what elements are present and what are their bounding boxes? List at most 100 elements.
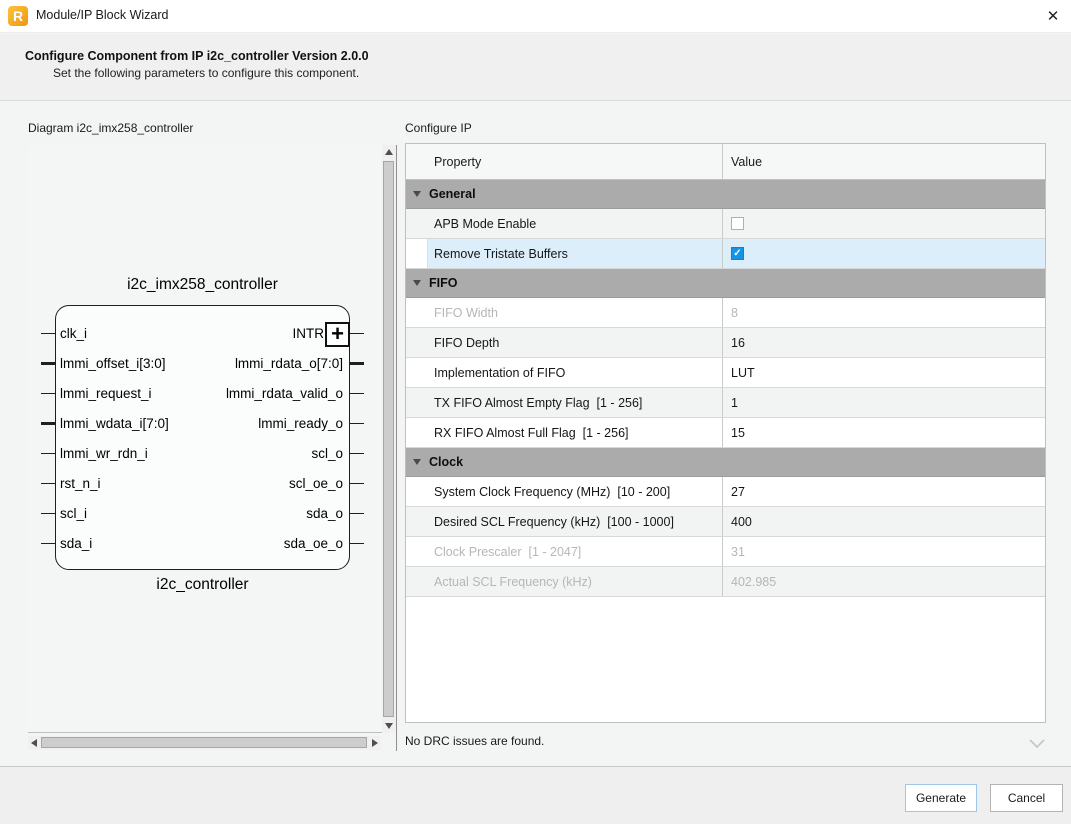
diagram-label: Diagram i2c_imx258_controller: [28, 121, 194, 135]
port-tick: [55, 450, 56, 459]
radiant-logo-icon: R: [8, 6, 28, 26]
property-value: 31: [731, 544, 745, 559]
table-header-value[interactable]: Value: [723, 144, 1045, 179]
property-name: Remove Tristate Buffers: [434, 246, 568, 261]
chevron-down-icon[interactable]: [1028, 736, 1046, 754]
property-value-cell[interactable]: 16: [723, 328, 1045, 357]
port-tick: [349, 510, 350, 519]
property-value-cell[interactable]: [723, 209, 1045, 238]
port-tick: [349, 360, 350, 369]
property-name-cell: Clock Prescaler [1 - 2047]: [406, 537, 723, 566]
port-tick: [55, 420, 56, 429]
configure-ip-label: Configure IP: [405, 121, 472, 135]
diagram-vertical-scrollbar[interactable]: [382, 145, 396, 733]
port-tick: [55, 390, 56, 399]
port-tick: [55, 330, 56, 339]
close-icon[interactable]: ✕: [1040, 4, 1066, 30]
wizard-header-title: Configure Component from IP i2c_controll…: [25, 49, 369, 63]
property-value-cell[interactable]: 400: [723, 507, 1045, 536]
property-name-cell: Remove Tristate Buffers: [406, 239, 723, 268]
group-name: FIFO: [429, 276, 458, 290]
port-label-scl_o: scl_o: [311, 446, 343, 461]
port-tick: [55, 360, 56, 369]
wizard-header-subtitle: Set the following parameters to configur…: [53, 66, 360, 80]
port-tick: [349, 420, 350, 429]
property-value: 400: [731, 514, 752, 529]
port-stub: [350, 513, 364, 514]
port-stub: [41, 422, 55, 425]
property-row: FIFO Depth 16: [406, 328, 1045, 358]
property-value-cell[interactable]: 1: [723, 388, 1045, 417]
port-tick: [349, 540, 350, 549]
collapse-arrow-icon: [413, 191, 421, 197]
title-bar: R Module/IP Block Wizard ✕: [0, 0, 1071, 33]
group-header-clock[interactable]: Clock: [406, 448, 1045, 477]
scroll-right-arrow-icon[interactable]: [372, 739, 378, 747]
collapse-arrow-icon: [413, 459, 421, 465]
generate-button[interactable]: Generate: [905, 784, 977, 812]
port-stub: [350, 393, 364, 394]
port-stub: [350, 362, 364, 365]
port-stub: [41, 483, 55, 484]
property-value-cell[interactable]: LUT: [723, 358, 1045, 387]
property-name-cell: Desired SCL Frequency (kHz) [100 - 1000]: [406, 507, 723, 536]
window-title: Module/IP Block Wizard: [36, 8, 169, 22]
port-stub: [350, 453, 364, 454]
property-row: TX FIFO Almost Empty Flag [1 - 256] 1: [406, 388, 1045, 418]
diagram-horizontal-scrollbar[interactable]: [28, 736, 381, 750]
drc-status-message: No DRC issues are found.: [405, 734, 545, 748]
group-header-fifo[interactable]: FIFO: [406, 269, 1045, 298]
panel-splitter: [396, 145, 397, 751]
port-label-sda_o: sda_o: [306, 506, 343, 521]
property-row: APB Mode Enable: [406, 209, 1045, 239]
table-header-property[interactable]: Property: [406, 144, 723, 179]
property-value-cell: 402.985: [723, 567, 1045, 596]
property-name: System Clock Frequency (MHz) [10 - 200]: [434, 484, 671, 499]
property-row: RX FIFO Almost Full Flag [1 - 256] 15: [406, 418, 1045, 448]
property-value: 8: [731, 305, 738, 320]
port-tick: [55, 540, 56, 549]
scroll-left-arrow-icon[interactable]: [31, 739, 37, 747]
property-table: Property Value General APB Mode Enable Rem…: [405, 143, 1046, 723]
port-label-sda_oe_o: sda_oe_o: [283, 536, 343, 551]
property-name: Clock Prescaler [1 - 2047]: [434, 544, 582, 559]
property-value: 15: [731, 425, 745, 440]
checkbox[interactable]: ✓: [731, 247, 744, 260]
group-header-general[interactable]: General: [406, 180, 1045, 209]
property-value-cell: 31: [723, 537, 1045, 566]
cancel-button[interactable]: Cancel: [990, 784, 1063, 812]
property-name-cell: RX FIFO Almost Full Flag [1 - 256]: [406, 418, 723, 447]
zoom-plus-icon[interactable]: +: [325, 322, 350, 347]
group-name: Clock: [429, 455, 464, 469]
property-name-cell: System Clock Frequency (MHz) [10 - 200]: [406, 477, 723, 506]
property-name: Desired SCL Frequency (kHz) [100 - 1000]: [434, 514, 674, 529]
vertical-scrollbar-thumb[interactable]: [383, 161, 394, 717]
property-name-cell: FIFO Width: [406, 298, 723, 327]
property-value-cell[interactable]: 15: [723, 418, 1045, 447]
selected-row-indicator: [406, 239, 428, 268]
property-value: 1: [731, 395, 738, 410]
table-header-row: Property Value: [406, 144, 1045, 180]
scroll-up-arrow-icon[interactable]: [385, 149, 393, 155]
port-stub: [41, 513, 55, 514]
property-name: APB Mode Enable: [434, 216, 537, 231]
port-stub: [41, 333, 55, 334]
port-stub: [41, 453, 55, 454]
property-row: Actual SCL Frequency (kHz) 402.985: [406, 567, 1045, 597]
horizontal-scrollbar-thumb[interactable]: [41, 737, 367, 748]
property-value-cell[interactable]: 27: [723, 477, 1045, 506]
property-value-cell[interactable]: ✓: [723, 239, 1045, 268]
collapse-arrow-icon: [413, 280, 421, 286]
checkbox[interactable]: [731, 217, 744, 230]
port-stub: [41, 393, 55, 394]
property-row: Remove Tristate Buffers ✓: [406, 239, 1045, 269]
property-name-cell: Implementation of FIFO: [406, 358, 723, 387]
property-name: FIFO Width: [434, 305, 498, 320]
scroll-down-arrow-icon[interactable]: [385, 723, 393, 729]
port-tick: [55, 480, 56, 489]
port-stub: [41, 362, 55, 365]
property-value: LUT: [731, 365, 755, 380]
block-instance-title: i2c_imx258_controller: [127, 276, 278, 293]
property-row: Implementation of FIFO LUT: [406, 358, 1045, 388]
property-name: RX FIFO Almost Full Flag [1 - 256]: [434, 425, 629, 440]
